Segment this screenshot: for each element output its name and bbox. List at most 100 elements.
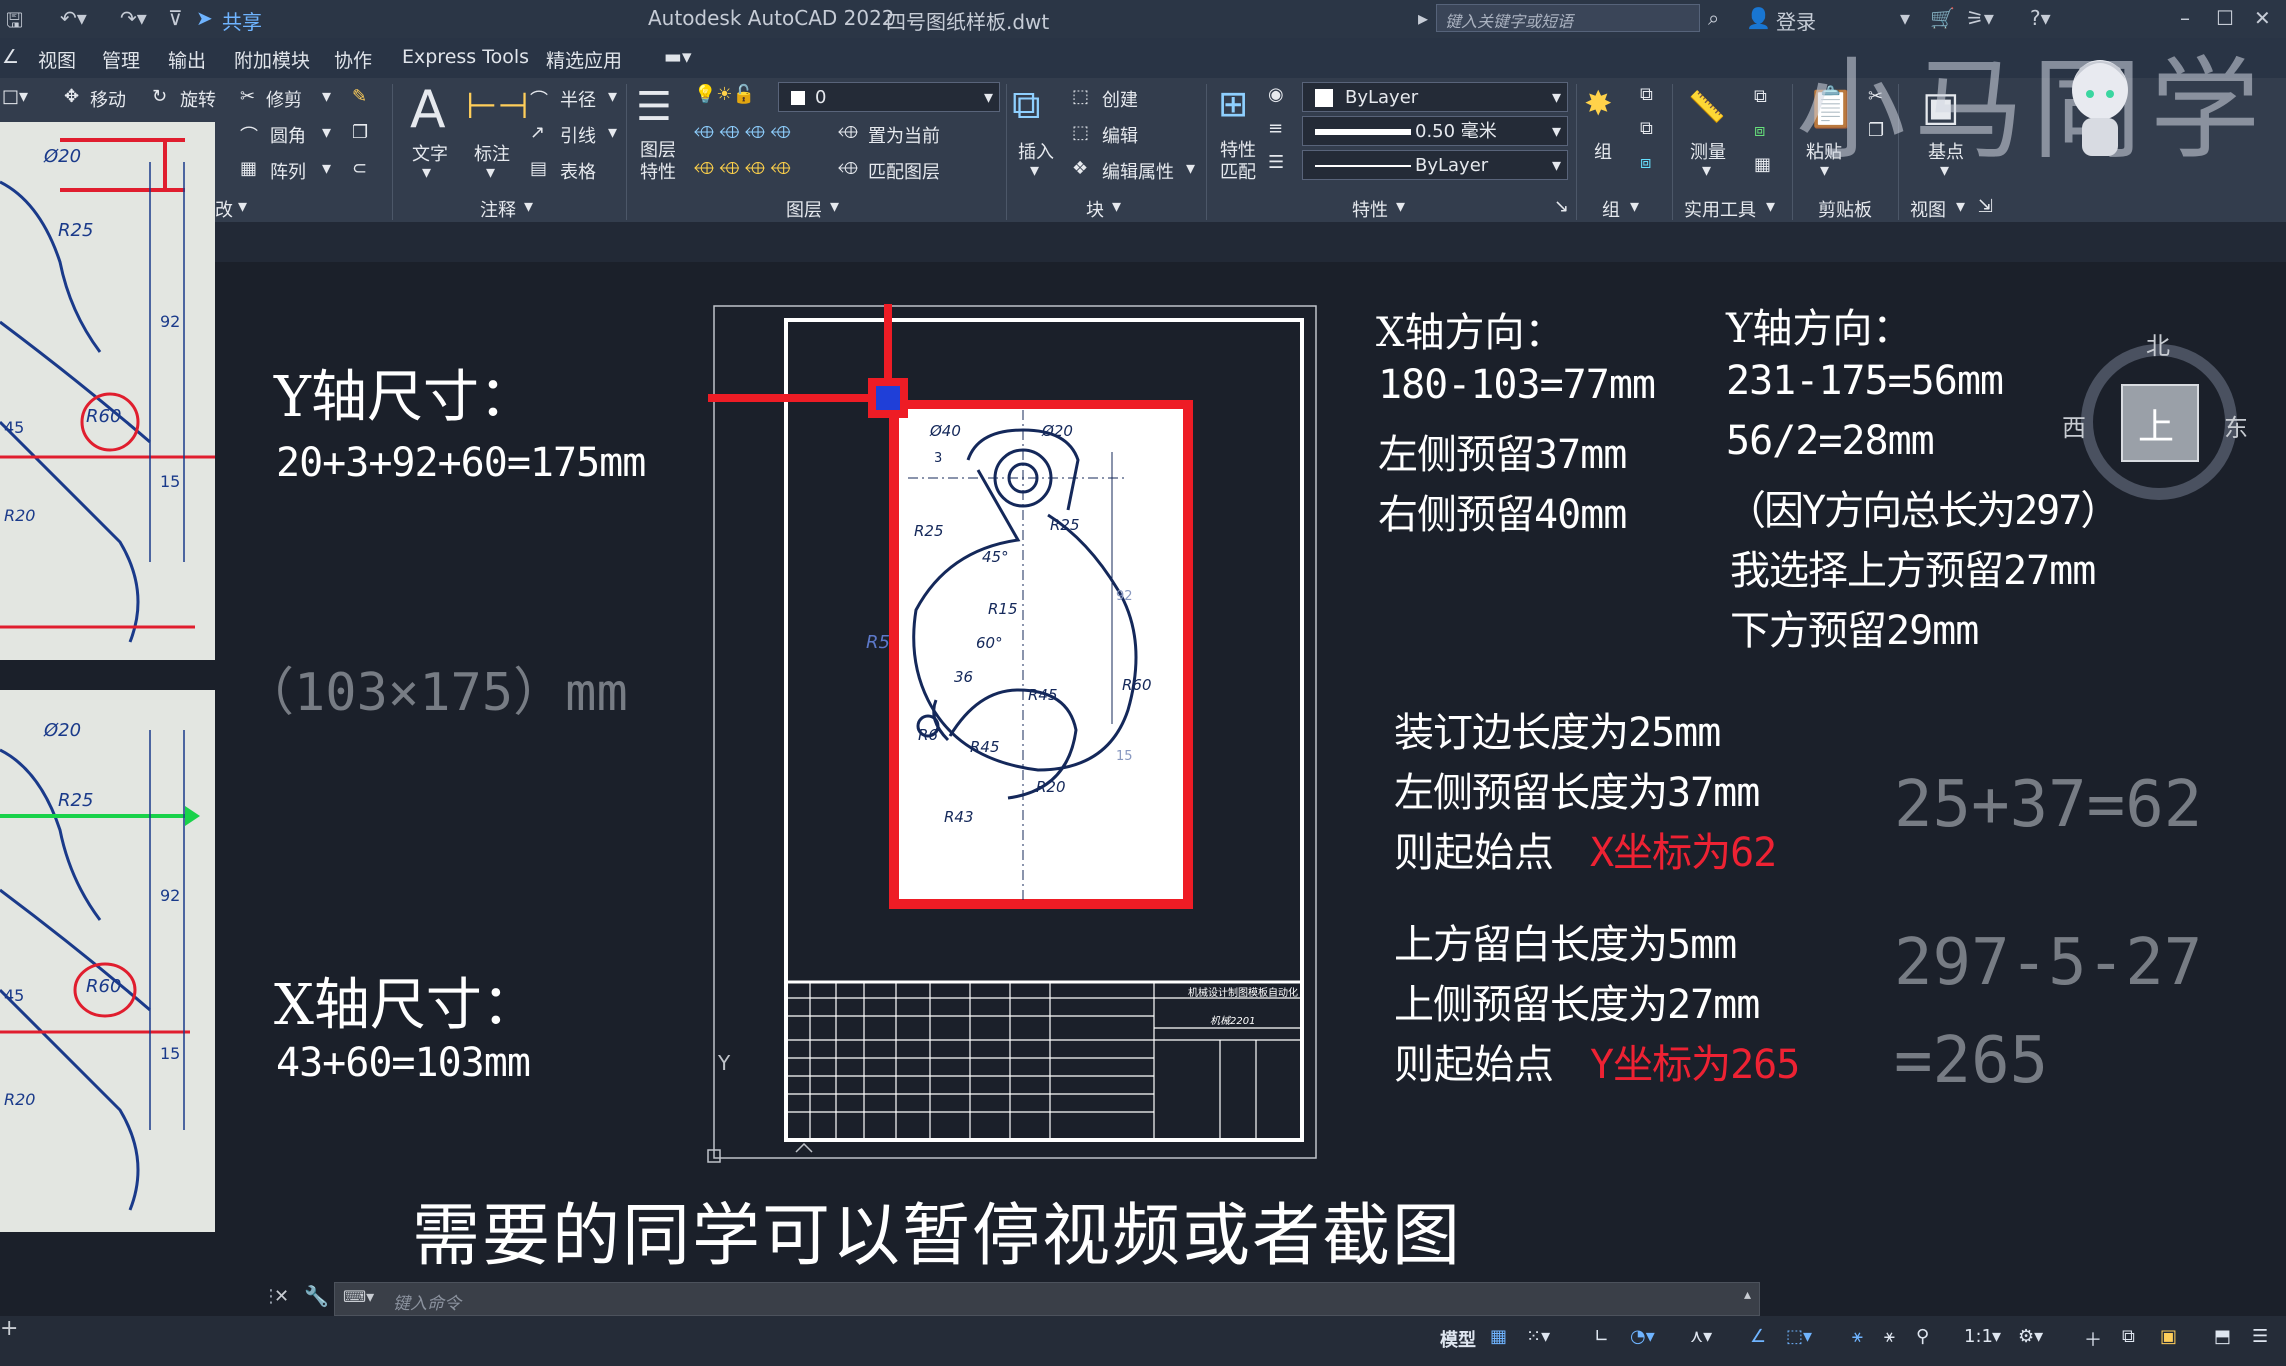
array-dropdown-icon[interactable]: ▾: [322, 158, 331, 179]
text-dropdown-icon[interactable]: ▾: [422, 162, 431, 183]
view-panel-label[interactable]: 视图: [1910, 196, 1946, 222]
isolate-objects-icon[interactable]: ⧉: [2122, 1326, 2135, 1347]
layer-properties-button[interactable]: 图层特性: [640, 140, 680, 184]
lineweight-icon[interactable]: ≡: [1268, 118, 1283, 139]
radius-button[interactable]: 半径: [560, 86, 596, 112]
viewcube-top-face[interactable]: 上: [2138, 398, 2174, 450]
tab-manage[interactable]: 管理: [102, 46, 140, 73]
expand-arrow-icon[interactable]: ▸: [1418, 6, 1428, 30]
insert-icon[interactable]: ⧉: [1012, 82, 1041, 128]
grid-icon[interactable]: ▦: [1490, 1326, 1507, 1347]
linetype-icon[interactable]: ☰: [1268, 152, 1284, 173]
match-properties-icon[interactable]: ⊞: [1218, 84, 1248, 125]
layer-tool-icons-2[interactable]: ⬲ ⬲ ⬲ ⬲: [694, 158, 790, 179]
group-edit-icon[interactable]: ⧉: [1640, 118, 1653, 139]
set-current-button[interactable]: 置为当前: [868, 122, 940, 148]
save-icon[interactable]: 🖫: [6, 6, 23, 40]
text-icon[interactable]: A: [410, 80, 446, 140]
layout-add-icon[interactable]: +: [0, 1316, 18, 1341]
command-input[interactable]: ⌨▾ 键入命令 ▴: [334, 1282, 1760, 1316]
viewcube-west[interactable]: 西: [2062, 408, 2086, 443]
edit-attributes-dropdown-icon[interactable]: ▾: [1186, 158, 1195, 179]
workspace-gear-icon[interactable]: ⚙▾: [2018, 1326, 2043, 1347]
layers-panel-dropdown-icon[interactable]: ▾: [830, 196, 839, 217]
modify-panel-label[interactable]: 改: [215, 196, 233, 222]
match-layer-button[interactable]: 匹配图层: [868, 158, 940, 184]
trim-dropdown-icon[interactable]: ▾: [322, 86, 331, 107]
annotation-scale-value[interactable]: 1:1: [1964, 1326, 1993, 1347]
rotate-button[interactable]: 旋转: [180, 86, 216, 112]
block-panel-label[interactable]: 块: [1086, 196, 1104, 222]
trim-button[interactable]: 修剪: [266, 86, 302, 112]
block-panel-dropdown-icon[interactable]: ▾: [1112, 196, 1121, 217]
viewcube-north[interactable]: 北: [2146, 326, 2170, 361]
undo-icon[interactable]: ↶▾: [60, 6, 87, 30]
table-button[interactable]: 表格: [560, 158, 596, 184]
ribbon-toggle-icon[interactable]: ▬▾: [664, 46, 692, 68]
insert-dropdown-icon[interactable]: ▾: [1030, 160, 1039, 181]
groups-panel-dropdown-icon[interactable]: ▾: [1630, 196, 1639, 217]
layer-dropdown[interactable]: 0 ▾: [778, 82, 1000, 112]
command-recent-icon[interactable]: ⌨▾: [343, 1287, 374, 1306]
object-snap-tracking-icon[interactable]: ∠: [1750, 1326, 1766, 1347]
group-button[interactable]: 组: [1594, 138, 1612, 164]
dimension-icon[interactable]: ⊢⊣: [466, 86, 529, 127]
annotation-scale-dropdown-icon[interactable]: ▾: [1992, 1326, 2001, 1347]
auto-scale-icon[interactable]: ⚹: [1884, 1326, 1895, 1347]
annotation-panel-label[interactable]: 注释: [480, 196, 516, 222]
utility-icon-1[interactable]: ⧉: [1754, 86, 1767, 107]
array-button[interactable]: 阵列: [270, 158, 306, 184]
leader-dropdown-icon[interactable]: ▾: [608, 122, 617, 143]
group-select-icon[interactable]: ⧈: [1640, 152, 1651, 173]
view-panel-expand-icon[interactable]: ⇲: [1978, 196, 1993, 217]
fillet-dropdown-icon[interactable]: ▾: [322, 122, 331, 143]
properties-dialog-launcher-icon[interactable]: ↘: [1554, 196, 1569, 217]
linetype-dropdown[interactable]: ByLayer ▾: [1302, 150, 1568, 180]
clean-screen-icon[interactable]: ⬒: [2214, 1326, 2231, 1347]
color-dropdown[interactable]: ByLayer ▾: [1302, 82, 1568, 112]
utilities-panel-label[interactable]: 实用工具: [1684, 196, 1756, 222]
groups-panel-label[interactable]: 组: [1602, 196, 1620, 222]
modify-panel-dropdown-icon[interactable]: ▾: [238, 196, 247, 217]
tab-edge-icon[interactable]: ∠: [2, 46, 19, 68]
isodraft-icon[interactable]: ⋏▾: [1690, 1326, 1712, 1347]
copy-icon[interactable]: ❐: [352, 122, 368, 143]
search-input[interactable]: 键入关键字或短语: [1436, 4, 1700, 32]
fillet-button[interactable]: 圆角: [270, 122, 306, 148]
edit-block-button[interactable]: 编辑: [1102, 122, 1138, 148]
view-panel-dropdown-icon[interactable]: ▾: [1956, 196, 1965, 217]
command-customize-icon[interactable]: 🔧: [304, 1284, 329, 1308]
command-close-icon[interactable]: ✕: [274, 1286, 289, 1307]
color-wheel-icon[interactable]: ◉: [1268, 84, 1284, 105]
share-button[interactable]: 共享: [222, 6, 262, 35]
leader-button[interactable]: 引线: [560, 122, 596, 148]
quick-access-dropdown-icon[interactable]: ⊽: [168, 6, 183, 30]
offset-icon[interactable]: ⊂: [352, 158, 367, 179]
user-icon[interactable]: 👤: [1746, 6, 1771, 30]
radius-dropdown-icon[interactable]: ▾: [608, 86, 617, 107]
tab-express-tools[interactable]: Express Tools: [402, 46, 529, 68]
add-annotation-icon[interactable]: ＋: [2084, 1326, 2102, 1352]
annotation-scale-icon[interactable]: ⚲: [1916, 1326, 1929, 1347]
redo-icon[interactable]: ↷▾: [120, 6, 147, 30]
ortho-icon[interactable]: ∟: [1594, 1326, 1609, 1347]
tab-featured-apps[interactable]: 精选应用: [546, 46, 622, 73]
dimension-dropdown-icon[interactable]: ▾: [486, 162, 495, 183]
clipboard-panel-label[interactable]: 剪贴板: [1818, 196, 1872, 222]
move-button[interactable]: 移动: [90, 86, 126, 112]
properties-panel-dropdown-icon[interactable]: ▾: [1396, 196, 1405, 217]
graphics-performance-icon[interactable]: ▣: [2160, 1326, 2177, 1347]
share-icon[interactable]: ➤: [196, 6, 213, 30]
hook-drawing[interactable]: Ø40 Ø20 R25 R25 45° R15 60° 36 R45 R60 R…: [888, 400, 1194, 912]
polar-icon[interactable]: ◔▾: [1630, 1326, 1655, 1347]
lineweight-dropdown[interactable]: 0.50 毫米 ▾: [1302, 116, 1568, 146]
utility-icon-2[interactable]: ⧈: [1754, 120, 1765, 141]
group-icon[interactable]: ✸: [1584, 84, 1613, 124]
tab-collaborate[interactable]: 协作: [334, 46, 372, 73]
edit-attributes-button[interactable]: 编辑属性: [1102, 158, 1174, 184]
search-icon[interactable]: ⌕: [1708, 6, 1719, 30]
utilities-panel-dropdown-icon[interactable]: ▾: [1766, 196, 1775, 217]
match-properties-button[interactable]: 特性匹配: [1220, 140, 1260, 184]
modify-dropdown-icon[interactable]: □▾: [2, 86, 28, 107]
calculator-icon[interactable]: ▦: [1754, 154, 1771, 175]
